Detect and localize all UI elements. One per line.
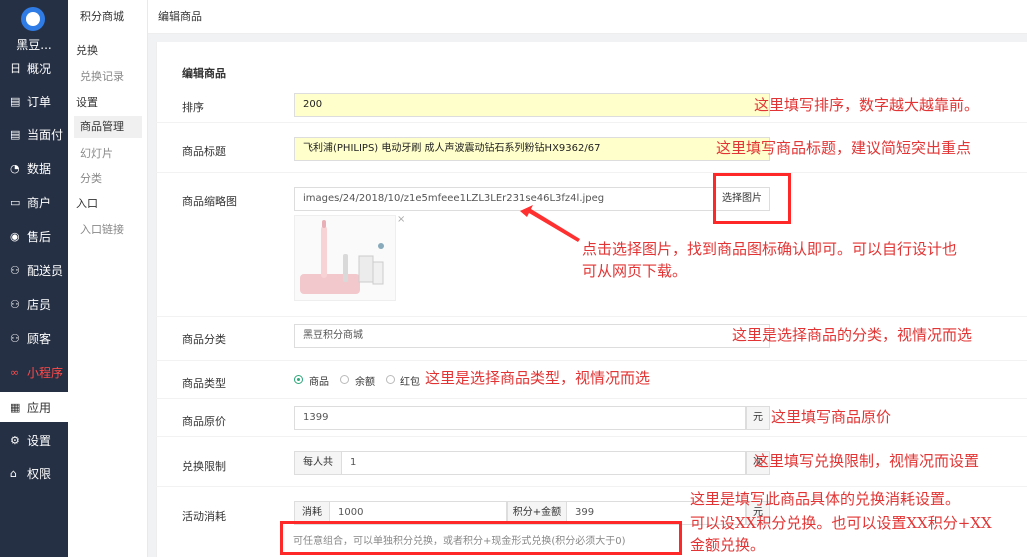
subnav-group-entry: 入口 (76, 197, 98, 210)
type-radio-red-packet[interactable] (386, 375, 395, 384)
annotation-thumbnail-1: 点击选择图片，找到商品图标确认即可。可以自行设计也 (582, 240, 958, 258)
subnav-link-category[interactable]: 分类 (80, 170, 102, 186)
cost-label: 活动消耗 (182, 510, 226, 523)
nav-item-settings[interactable]: ⚙ 设置 (0, 425, 68, 455)
type-radio-balance[interactable] (340, 375, 349, 384)
nav-item-face-pay[interactable]: ▤ 当面付 (0, 119, 68, 149)
annotation-cost-2: 可以设XX积分兑换。也可以设置XX积分+XX (690, 514, 992, 532)
highlight-box-choose-image (713, 173, 791, 224)
annotation-category: 这里是选择商品的分类，视情况而选 (732, 326, 973, 344)
remove-image-icon[interactable]: × (397, 214, 405, 225)
app-logo-icon[interactable] (21, 7, 45, 31)
subnav-link-product-management[interactable]: 商品管理 (74, 116, 142, 138)
product-thumbnail-image (294, 215, 396, 301)
category-label: 商品分类 (182, 333, 226, 346)
sub-sidebar: 积分商城 兑换 兑换记录 设置 商品管理 幻灯片 分类 入口 入口链接 (68, 0, 148, 557)
type-option-red-packet: 红包 (400, 377, 420, 388)
cost-hint-text: 可任意组合，可以单独积分兑换，或者积分+现金形式兑换(积分必须大于0) (293, 536, 626, 547)
nav-item-overview[interactable]: 日概况 (0, 53, 68, 83)
subnav-group-settings: 设置 (76, 96, 98, 109)
title-input[interactable]: 飞利浦(PHILIPS) 电动牙刷 成人声波震动钻石系列粉钻HX9362/67 (294, 137, 770, 161)
annotation-cost-3: 金额兑换。 (690, 536, 766, 554)
courier-icon: ⚇ (10, 263, 20, 277)
annotation-cost-1: 这里是填写此商品具体的兑换消耗设置。 (690, 490, 961, 508)
annotation-thumbnail-2: 可从网页下载。 (582, 262, 688, 280)
face-pay-icon: ▤ (10, 127, 21, 141)
nav-item-apps[interactable]: ▦ 应用 (0, 392, 68, 422)
nav-item-mini-program[interactable]: ∞ 小程序 (0, 357, 68, 387)
nav-item-courier[interactable]: ⚇ 配送员 (0, 255, 68, 285)
thumbnail-path-input[interactable]: images/24/2018/10/z1e5mfeee1LZL3LEr231se… (294, 187, 714, 211)
thumbnail-label: 商品缩略图 (182, 195, 237, 208)
nav-item-customer[interactable]: ⚇ 顾客 (0, 323, 68, 353)
arrow-annotation-icon (520, 205, 580, 242)
limit-label: 兑换限制 (182, 460, 226, 473)
customer-icon: ⚇ (10, 331, 20, 345)
clerk-icon: ⚇ (10, 297, 20, 311)
limit-prefix: 每人共 (294, 451, 342, 475)
merchant-icon: ▭ (10, 195, 21, 209)
toothbrush-product-image (300, 220, 384, 294)
form-section-title: 编辑商品 (182, 67, 226, 80)
price-unit: 元 (746, 406, 770, 430)
category-select[interactable]: 黑豆积分商城 (294, 324, 770, 348)
annotation-title: 这里填写商品标题，建议简短突出重点 (716, 139, 972, 157)
subnav-group-exchange: 兑换 (76, 44, 98, 57)
home-icon: ⌂ (10, 466, 17, 480)
price-input[interactable]: 1399 (294, 406, 746, 430)
gear-icon: ⚙ (10, 433, 20, 447)
sort-label: 排序 (182, 101, 204, 114)
annotation-type: 这里是选择商品类型，视情况而选 (425, 369, 651, 387)
limit-input[interactable]: 1 (341, 451, 746, 475)
nav-item-merchant[interactable]: ▭ 商户 (0, 187, 68, 217)
annotation-limit: 这里填写兑换限制，视情况而设置 (754, 452, 980, 470)
type-option-product: 商品 (309, 377, 329, 388)
shop-name[interactable]: 黑豆... (0, 36, 68, 53)
mini-program-icon: ∞ (10, 365, 20, 379)
subnav-link-slides[interactable]: 幻灯片 (80, 145, 113, 161)
type-option-balance: 余额 (355, 377, 375, 388)
subnav-link-entry-links[interactable]: 入口链接 (80, 221, 124, 237)
type-radio-product[interactable] (294, 375, 303, 384)
page-header: 编辑商品 (148, 0, 1027, 34)
nav-item-permissions[interactable]: ⌂ 权限 (0, 458, 68, 488)
nav-item-orders[interactable]: ▤ 订单 (0, 86, 68, 116)
price-label: 商品原价 (182, 415, 226, 428)
after-sale-icon: ◉ (10, 229, 20, 243)
nav-item-data[interactable]: ◔ 数据 (0, 153, 68, 183)
overview-icon: 日 (10, 62, 21, 75)
main-sidebar: 黑豆... 日概况 ▤ 订单 ▤ 当面付 ◔ 数据 ▭ 商户 ◉ 售后 ⚇ 配送员 ⚇ 店员 … (0, 0, 68, 557)
subnav-link-exchange-records[interactable]: 兑换记录 (80, 68, 124, 84)
sub-sidebar-title: 积分商城 (80, 10, 124, 23)
apps-icon: ▦ (10, 400, 21, 414)
orders-icon: ▤ (10, 94, 21, 108)
data-icon: ◔ (10, 161, 20, 175)
title-label: 商品标题 (182, 145, 226, 158)
type-label: 商品类型 (182, 377, 226, 390)
annotation-sort: 这里填写排序，数字越大越靠前。 (754, 96, 980, 114)
sort-input[interactable]: 200 (294, 93, 770, 117)
annotation-price: 这里填写商品原价 (771, 408, 892, 426)
nav-item-after-sale[interactable]: ◉ 售后 (0, 221, 68, 251)
nav-item-clerk[interactable]: ⚇ 店员 (0, 289, 68, 319)
